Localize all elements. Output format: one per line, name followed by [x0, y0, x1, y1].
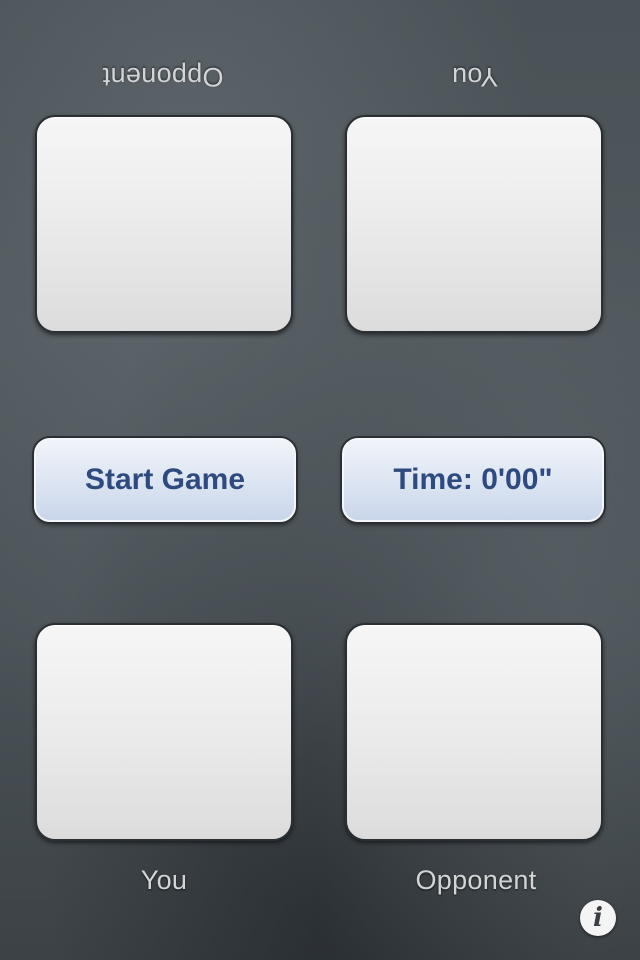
- top-right-player-label: You: [451, 62, 499, 92]
- bottom-right-tile[interactable]: [345, 623, 603, 841]
- timer-button[interactable]: Time: 0'00": [342, 438, 604, 522]
- bottom-right-player-label: Opponent: [415, 865, 537, 895]
- bottom-left-tile[interactable]: [35, 623, 293, 841]
- info-icon: i: [593, 903, 603, 933]
- info-button[interactable]: i: [580, 900, 616, 936]
- top-left-player-label: Opponent: [102, 62, 224, 92]
- bottom-left-player-label: You: [140, 865, 188, 895]
- start-game-button[interactable]: Start Game: [34, 438, 296, 522]
- top-left-tile[interactable]: [35, 115, 293, 333]
- top-right-tile[interactable]: [345, 115, 603, 333]
